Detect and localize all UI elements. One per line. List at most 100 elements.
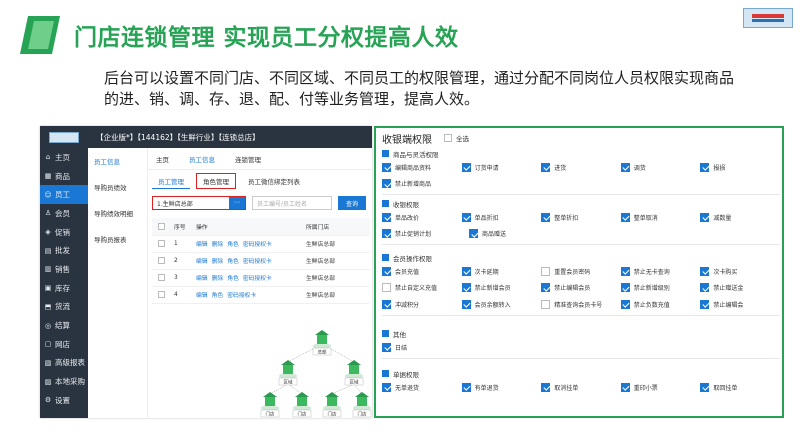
row-action-link[interactable]: 删除 — [212, 259, 224, 265]
permission-option[interactable]: 单品折扣 — [461, 212, 542, 222]
permission-checkbox[interactable] — [620, 266, 630, 276]
permission-group-title[interactable]: 会员操作权限 — [382, 252, 780, 263]
row-action-link[interactable]: 角色 — [227, 276, 239, 282]
permission-checkbox[interactable] — [382, 179, 391, 189]
permission-checkbox[interactable] — [382, 266, 391, 276]
row-action-link[interactable]: 密码授权卡 — [243, 242, 272, 248]
sidebar-item[interactable]: ♙ 会员 — [40, 204, 88, 223]
sidebar-item[interactable]: ⚙ 设置 — [40, 391, 88, 410]
row-select[interactable] — [152, 252, 174, 270]
permission-option[interactable]: 禁止负数充值 — [620, 299, 701, 309]
permission-checkbox[interactable] — [469, 229, 478, 239]
sidebar-item[interactable]: ▦ 商品 — [40, 167, 88, 186]
select-all-checkbox[interactable]: 全选 — [444, 133, 469, 143]
permission-checkbox[interactable] — [620, 382, 630, 392]
sidebar-item[interactable]: ◎ 结算 — [40, 316, 88, 335]
row-action-link[interactable]: 编辑 — [196, 293, 208, 299]
permission-option[interactable]: 整单取消 — [620, 212, 701, 222]
row-action-link[interactable]: 密码授权卡 — [227, 293, 256, 299]
employee-search-input[interactable]: 员工编号/员工姓名 — [252, 196, 332, 210]
sidebar-item[interactable]: ▢ 网店 — [40, 335, 88, 354]
row-action-link[interactable]: 角色 — [227, 259, 239, 265]
permission-option[interactable]: 无单退货 — [382, 382, 462, 392]
permission-option[interactable]: 调货 — [620, 162, 701, 172]
sidebar-item[interactable]: ▧ 高级报表 — [40, 354, 88, 373]
permission-option[interactable]: 订货申请 — [461, 162, 542, 172]
permission-checkbox[interactable] — [700, 382, 710, 392]
permission-option[interactable]: 禁止无卡查询 — [620, 266, 701, 276]
permission-checkbox[interactable] — [541, 266, 551, 276]
permission-option[interactable]: 禁止新增商品 — [382, 179, 469, 189]
sidebar-item[interactable]: ◈ 促销 — [40, 223, 88, 242]
permission-option[interactable]: 次卡延期 — [461, 266, 542, 276]
tab-role-management[interactable]: 角色管理 — [196, 173, 236, 189]
row-action-link[interactable]: 角色 — [227, 242, 239, 248]
permission-checkbox[interactable] — [620, 162, 630, 172]
permission-option[interactable]: 编辑商品资料 — [382, 162, 462, 172]
permission-checkbox[interactable] — [620, 299, 630, 309]
row-select[interactable] — [152, 235, 174, 253]
permission-checkbox[interactable] — [541, 382, 551, 392]
permission-option[interactable]: 禁止新增级别 — [620, 283, 701, 293]
sidebar-item[interactable]: ⌂ 主页 — [40, 148, 88, 167]
row-action-link[interactable]: 编辑 — [196, 242, 208, 248]
row-action-link[interactable]: 角色 — [212, 293, 224, 299]
store-dropdown-button[interactable]: ⋯ — [229, 197, 245, 209]
permission-option[interactable]: 禁止自定义充值 — [382, 283, 462, 293]
permission-option[interactable]: 整单折扣 — [541, 212, 621, 222]
permission-option[interactable]: 禁止新增会员 — [461, 283, 542, 293]
permission-option[interactable]: 次卡购买 — [700, 266, 780, 276]
permission-checkbox[interactable] — [461, 283, 471, 293]
permission-checkbox[interactable] — [700, 266, 710, 276]
permission-checkbox[interactable] — [461, 212, 471, 222]
permission-option[interactable]: 商品赠送 — [469, 229, 556, 239]
row-action-link[interactable]: 编辑 — [196, 259, 208, 265]
permission-checkbox[interactable] — [620, 283, 630, 293]
permission-option[interactable]: 会员充值 — [382, 266, 462, 276]
permission-checkbox[interactable] — [382, 283, 391, 293]
permission-group-title[interactable]: 单据权限 — [382, 368, 780, 379]
sidebar-item[interactable]: ▤ 批发 — [40, 241, 88, 260]
store-select[interactable]: 1.生鲜店总部 ⋯ — [152, 196, 246, 210]
permission-checkbox[interactable] — [461, 266, 471, 276]
permission-checkbox[interactable] — [382, 229, 391, 239]
row-select[interactable] — [152, 269, 174, 287]
permission-option[interactable]: 单品改价 — [382, 212, 462, 222]
tab-staff-info[interactable]: 员工信息 — [189, 154, 215, 164]
permission-checkbox[interactable] — [700, 212, 710, 222]
permission-checkbox[interactable] — [700, 283, 710, 293]
permission-checkbox[interactable] — [700, 162, 710, 172]
row-select[interactable] — [152, 286, 174, 304]
tab-wechat-binding[interactable]: 员工微信绑定列表 — [242, 174, 306, 188]
permission-checkbox[interactable] — [541, 283, 551, 293]
permission-checkbox[interactable] — [541, 162, 551, 172]
row-action-link[interactable]: 编辑 — [196, 276, 208, 282]
permission-checkbox[interactable] — [382, 212, 391, 222]
row-action-link[interactable]: 密码授权卡 — [243, 276, 272, 282]
permission-option[interactable]: 重置会员密码 — [541, 266, 621, 276]
permission-option[interactable]: 会员余额转入 — [461, 299, 542, 309]
permission-option[interactable]: 禁止赠送金 — [700, 283, 780, 293]
permission-option[interactable]: 进货 — [541, 162, 621, 172]
tab-chain-management[interactable]: 连锁管理 — [235, 154, 261, 164]
row-action-link[interactable]: 删除 — [212, 276, 224, 282]
tab-home[interactable]: 主页 — [156, 154, 169, 164]
permission-group-title[interactable]: 其他 — [382, 328, 780, 339]
subnav-staff-info[interactable]: 员工信息 — [88, 148, 147, 174]
sidebar-item[interactable]: ▣ 库存 — [40, 279, 88, 298]
sidebar-item[interactable]: ⬒ 货流 — [40, 298, 88, 317]
sidebar-item[interactable]: ☺ 员工 — [40, 185, 88, 205]
permission-option[interactable]: 日结 — [382, 342, 469, 352]
permission-option[interactable]: 取回挂单 — [700, 382, 780, 392]
permission-checkbox[interactable] — [700, 299, 710, 309]
permission-option[interactable]: 有单退货 — [461, 382, 542, 392]
permission-option[interactable]: 取消挂单 — [541, 382, 621, 392]
subnav-guide-performance[interactable]: 导购员绩效 — [88, 174, 147, 200]
row-action-link[interactable]: 密码授权卡 — [243, 259, 272, 265]
permission-checkbox[interactable] — [382, 162, 391, 172]
permission-checkbox[interactable] — [382, 342, 391, 352]
permission-checkbox[interactable] — [382, 299, 391, 309]
permission-option[interactable]: 精准查询会员卡号 — [541, 299, 621, 309]
permission-checkbox[interactable] — [461, 382, 471, 392]
query-button[interactable]: 查询 — [338, 196, 366, 210]
